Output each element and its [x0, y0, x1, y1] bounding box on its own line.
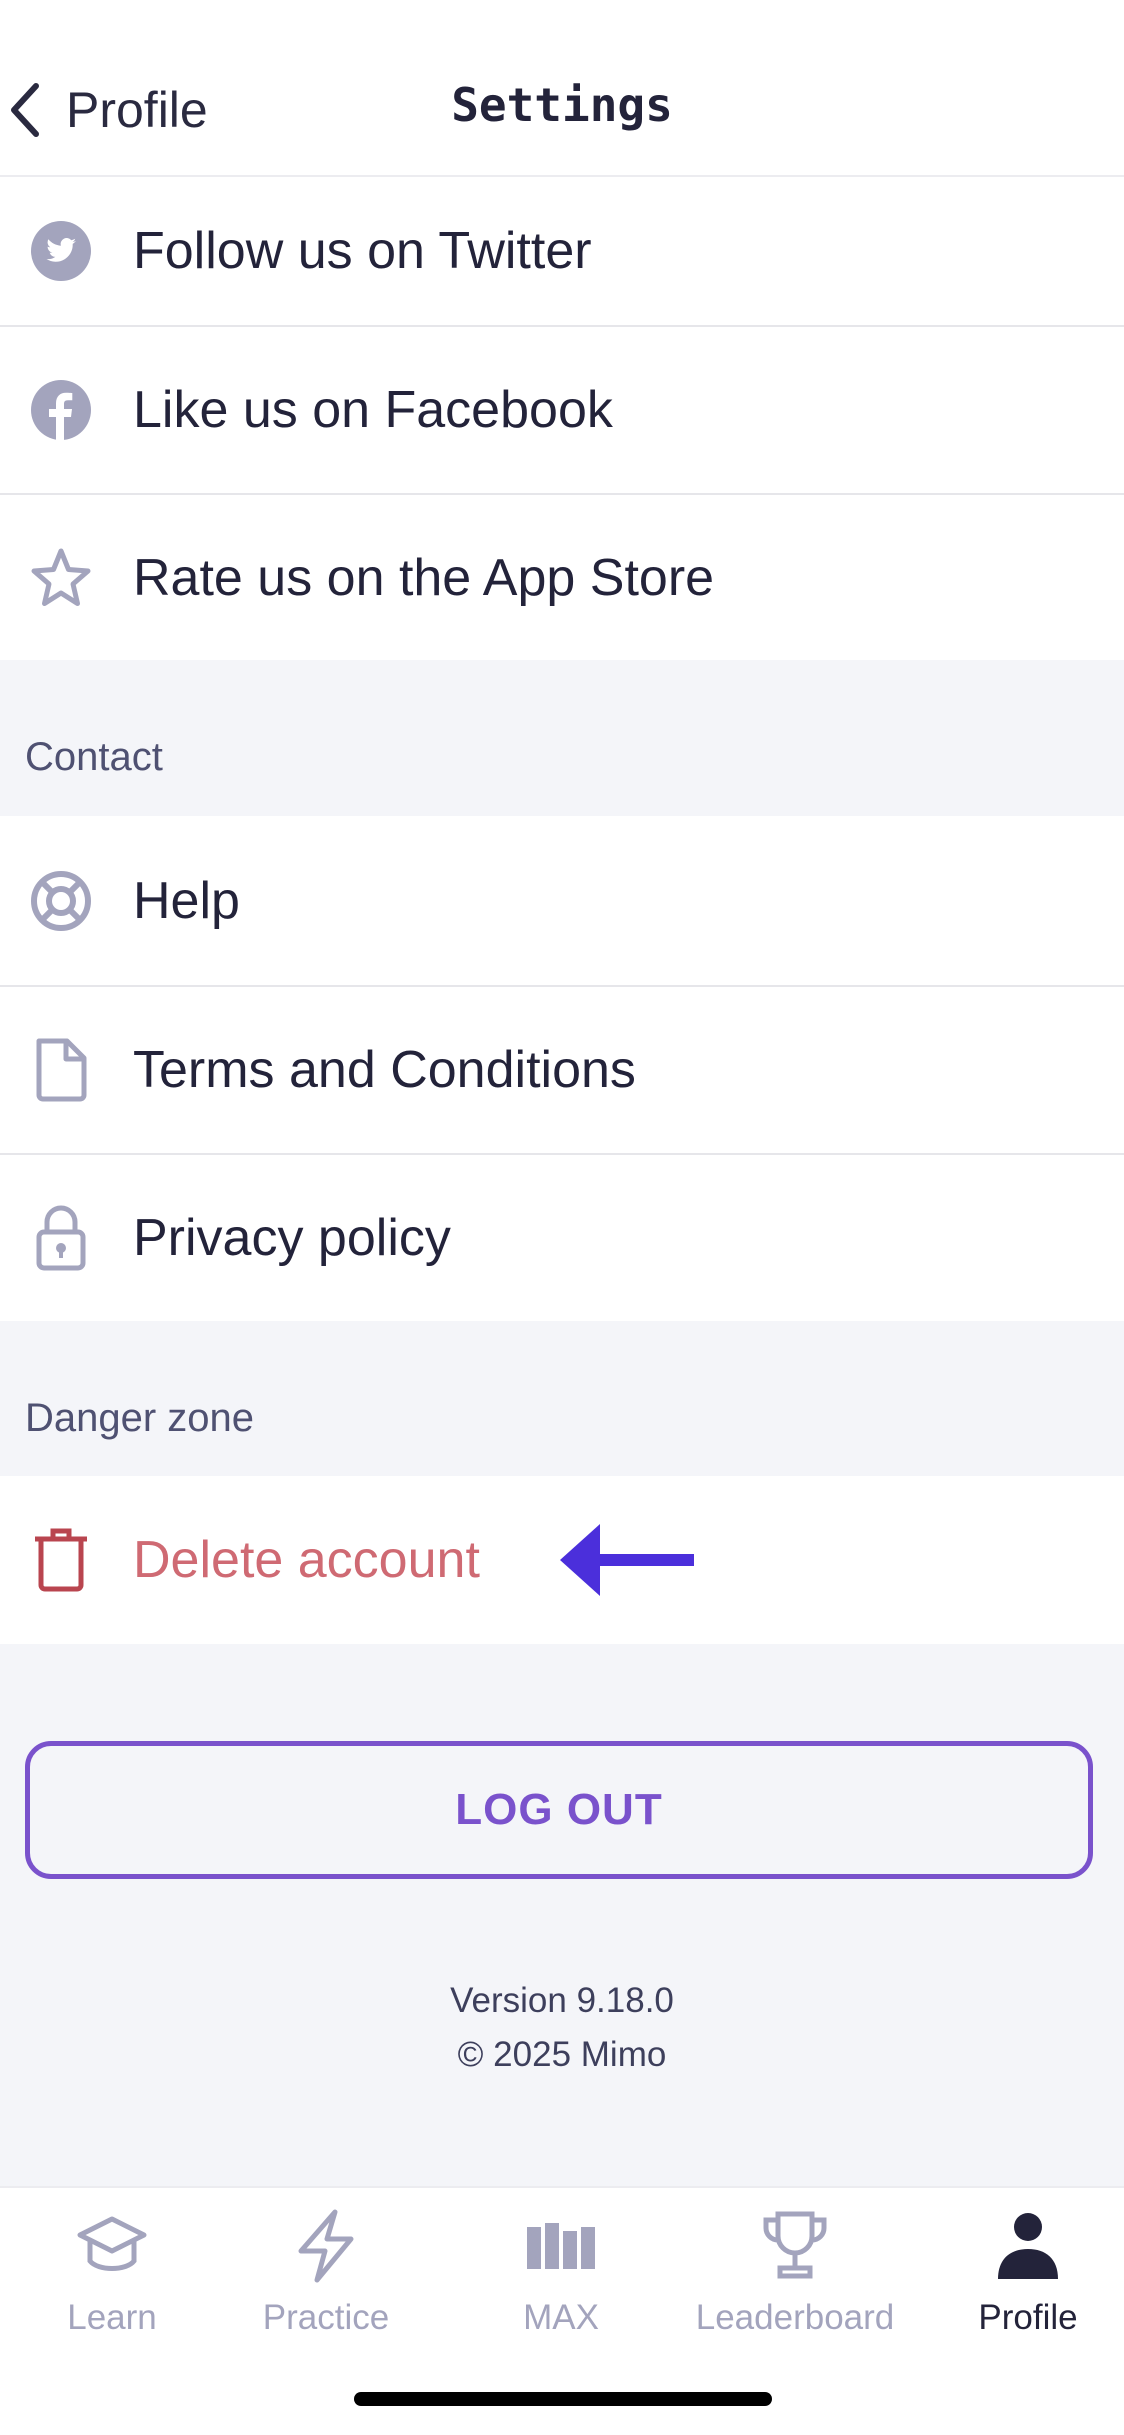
tab-label: MAX	[523, 2298, 599, 2337]
tab-profile[interactable]: Profile	[916, 2188, 1124, 2368]
row-label: Privacy policy	[133, 1209, 451, 1267]
section-heading-danger-zone: Danger zone	[25, 1396, 255, 1440]
log-out-button[interactable]: LOG OUT	[25, 1741, 1093, 1879]
tab-label: Learn	[67, 2298, 157, 2337]
trash-icon	[28, 1527, 94, 1593]
row-label: Help	[133, 871, 240, 930]
version-text: Version 9.18.0	[450, 1981, 674, 2020]
row-rate-app-store[interactable]: Rate us on the App Store	[0, 495, 1124, 660]
row-privacy-policy[interactable]: Privacy policy	[0, 1155, 1124, 1321]
person-icon	[988, 2206, 1068, 2286]
tab-learn[interactable]: Learn	[0, 2188, 224, 2368]
graduation-cap-icon	[72, 2206, 152, 2286]
row-label: Terms and Conditions	[133, 1041, 636, 1099]
row-label: Follow us on Twitter	[133, 222, 592, 280]
row-label: Like us on Facebook	[133, 381, 613, 439]
top-nav-bar: Profile Settings	[0, 0, 1124, 177]
tab-label: Leaderboard	[695, 2298, 895, 2337]
page-title: Settings	[451, 78, 673, 132]
tab-leaderboard[interactable]: Leaderboard	[683, 2188, 907, 2368]
document-icon	[28, 1037, 94, 1103]
delete-account-label: Delete account	[133, 1531, 480, 1589]
row-like-facebook[interactable]: Like us on Facebook	[0, 327, 1124, 493]
row-delete-account[interactable]: Delete account	[0, 1476, 1124, 1644]
home-indicator	[354, 2392, 772, 2406]
row-label: Rate us on the App Store	[133, 548, 715, 607]
row-terms[interactable]: Terms and Conditions	[0, 987, 1124, 1153]
max-icon	[521, 2206, 601, 2286]
row-help[interactable]: Help	[0, 816, 1124, 985]
star-icon	[28, 545, 94, 611]
tab-practice[interactable]: Practice	[214, 2188, 438, 2368]
arrow-left-icon	[560, 1524, 696, 1601]
tab-label: Profile	[978, 2298, 1078, 2337]
twitter-icon	[28, 218, 94, 284]
lock-icon	[28, 1205, 94, 1271]
trophy-icon	[755, 2206, 835, 2286]
tab-label: Practice	[262, 2298, 390, 2337]
copyright-text: © 2025 Mimo	[457, 2035, 667, 2074]
section-heading-contact: Contact	[25, 735, 163, 779]
tab-max[interactable]: MAX	[449, 2188, 673, 2368]
row-follow-twitter[interactable]: Follow us on Twitter	[0, 177, 1124, 325]
facebook-icon	[28, 377, 94, 443]
lifebuoy-icon	[28, 868, 94, 934]
lightning-icon	[286, 2206, 366, 2286]
